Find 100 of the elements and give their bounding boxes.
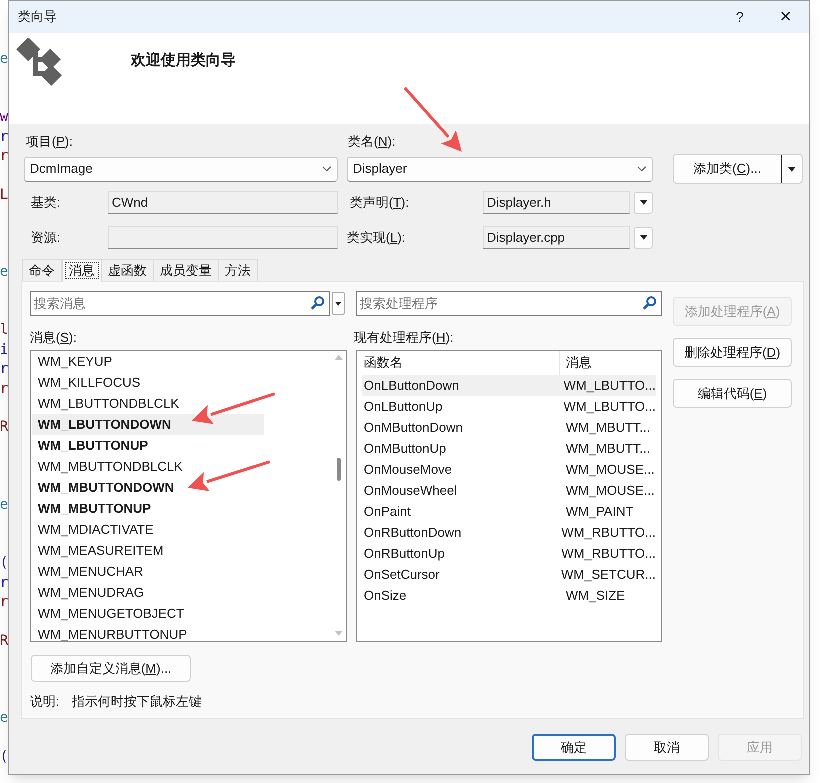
table-cell-text: WM_RBUTTO... (560, 544, 656, 563)
message-item[interactable]: WM_MENUCHAR (32, 561, 264, 582)
table-cell-text: OnRButtonUp (363, 544, 446, 563)
handler-row[interactable]: OnSetCursor WM_SETCUR... (362, 564, 656, 585)
field-label: 基类: (31, 194, 62, 212)
list-label: 消息(S): (30, 330, 78, 346)
tab[interactable]: 方法 (218, 259, 258, 281)
handler-row[interactable]: OnLButtonDown WM_LBUTTO... (362, 375, 656, 396)
table-cell-text: OnMouseWheel (363, 482, 458, 500)
description-text: 指示何时按下鼠标左键 (72, 693, 202, 712)
handler-row[interactable]: OnLButtonUp WM_LBUTTO... (362, 396, 656, 417)
action-button[interactable]: 删除处理程序(D) (673, 338, 792, 367)
list-label: 现有处理程序(H): (354, 330, 455, 346)
search-icon (311, 296, 325, 310)
message-item[interactable]: WM_LBUTTONDOWN (32, 414, 264, 435)
table-cell-text: WM_MBUTT... (565, 418, 650, 437)
combo-value: DcmImage (30, 160, 94, 178)
code-fragment: e (0, 710, 8, 726)
message-item[interactable]: WM_LBUTTONDBLCLK (32, 393, 264, 414)
message-item[interactable]: WM_MDIACTIVATE (32, 519, 264, 540)
code-fragment: ( (0, 555, 8, 572)
table-cell-text: OnLButtonUp (363, 398, 444, 416)
search-field[interactable]: 搜索消息 (30, 291, 330, 316)
field-label: 类实现(L): (347, 228, 407, 247)
code-fragment: r (0, 594, 8, 610)
handler-row[interactable]: OnRButtonDown WM_RBUTTO... (362, 522, 656, 543)
dropdown-button[interactable] (634, 226, 653, 248)
table-cell-text: WM_PAINT (565, 502, 634, 521)
table-cell-text: OnMButtonDown (363, 418, 464, 437)
field-value: Displayer.cpp (487, 228, 566, 247)
field-value: CWnd (112, 194, 148, 212)
dialog-button[interactable]: 取消 (625, 734, 709, 761)
tab[interactable]: 消息 (62, 259, 102, 282)
handler-row[interactable]: OnMouseMove WM_MOUSE... (362, 459, 656, 480)
banner-title: 欢迎使用类向导 (131, 51, 236, 70)
dropdown-arrow-icon (640, 200, 648, 205)
code-fragment: l (0, 322, 8, 338)
code-fragment: e (0, 51, 8, 67)
table-cell-text: OnSize (363, 586, 408, 605)
table-cell-text: WM_SIZE (565, 586, 626, 605)
action-button[interactable]: 编辑代码(E) (673, 379, 792, 408)
code-fragment: r (0, 574, 8, 591)
handler-row[interactable]: OnMButtonDown WM_MBUTT... (362, 417, 656, 438)
code-fragment: i (0, 342, 8, 358)
message-item[interactable]: WM_MBUTTONUP (32, 498, 264, 519)
message-item[interactable]: WM_MEASUREITEM (32, 540, 264, 561)
column-header[interactable]: 消息 (560, 353, 656, 373)
table-cell-text: WM_MOUSE... (565, 482, 655, 500)
close-button[interactable]: × (763, 1, 809, 33)
table-cell-text: OnMButtonUp (363, 440, 448, 458)
table-cell-text: OnRButtonDown (363, 524, 463, 542)
table-cell-text: WM_LBUTTO... (562, 398, 656, 416)
code-fragment: R (0, 419, 8, 436)
handler-row[interactable]: OnRButtonUp WM_RBUTTO... (362, 543, 656, 564)
scroll-thumb[interactable] (336, 458, 340, 481)
code-fragment: ( (0, 749, 8, 766)
message-item[interactable]: WM_MENUDRAG (32, 582, 264, 603)
description-label: 说明: (30, 693, 61, 712)
chevron-down-icon (637, 166, 647, 172)
message-item[interactable]: WM_MBUTTONDOWN (32, 477, 264, 498)
code-fragment: r (0, 148, 8, 164)
handler-row[interactable]: OnMouseWheel WM_MOUSE... (362, 480, 656, 501)
table-cell-text: WM_SETCUR... (560, 566, 656, 584)
dropdown-arrow-icon[interactable] (788, 166, 796, 172)
message-item[interactable]: WM_LBUTTONUP (32, 435, 264, 456)
message-item[interactable]: WM_KILLFOCUS (32, 372, 264, 393)
code-fragment: R (0, 632, 8, 649)
handler-row[interactable]: OnPaint WM_PAINT (362, 501, 656, 522)
search-field[interactable]: 搜索处理程序 (356, 291, 662, 316)
code-fragment: L (0, 186, 8, 203)
message-item[interactable]: WM_MENUGETOBJECT (32, 603, 264, 624)
code-fragment: r (0, 380, 8, 397)
table-cell-text: OnLButtonDown (363, 376, 460, 395)
class-name-combo[interactable]: Displayer (347, 156, 653, 182)
search-icon (643, 296, 657, 310)
field-label: 资源: (31, 228, 62, 247)
handler-row[interactable]: OnSize WM_SIZE (362, 585, 656, 606)
annotation-arrow (404, 87, 462, 152)
message-item[interactable]: WM_KEYUP (32, 351, 264, 372)
table-cell-text: WM_RBUTTO... (560, 524, 656, 542)
window-title: 类向导 (18, 8, 57, 26)
help-button[interactable]: ? (720, 1, 760, 33)
field-label: 项目(P): (26, 133, 74, 152)
table-cell-text: WM_MBUTT... (565, 440, 650, 458)
table-cell-text: OnPaint (363, 502, 412, 521)
tab[interactable]: 命令 (22, 259, 62, 281)
code-fragment: e (0, 496, 8, 513)
dropdown-button[interactable] (634, 192, 653, 214)
dropdown-button[interactable] (332, 292, 345, 315)
code-fragment: r (0, 361, 8, 378)
combo-value: Displayer (353, 160, 408, 178)
add-custom-message-button[interactable]: 添加自定义消息(M)... (31, 655, 191, 682)
dialog-button[interactable]: 确定 (532, 734, 616, 761)
handler-row[interactable]: OnMButtonUp WM_MBUTT... (362, 438, 656, 459)
table-cell-text: OnMouseMove (363, 460, 454, 479)
table-cell-text: WM_MOUSE... (565, 460, 655, 479)
code-fragment: r (0, 128, 8, 145)
project-combo[interactable]: DcmImage (24, 156, 338, 182)
table-cell-text: WM_LBUTTO... (562, 376, 656, 395)
message-item[interactable]: WM_MBUTTONDBLCLK (32, 456, 264, 477)
